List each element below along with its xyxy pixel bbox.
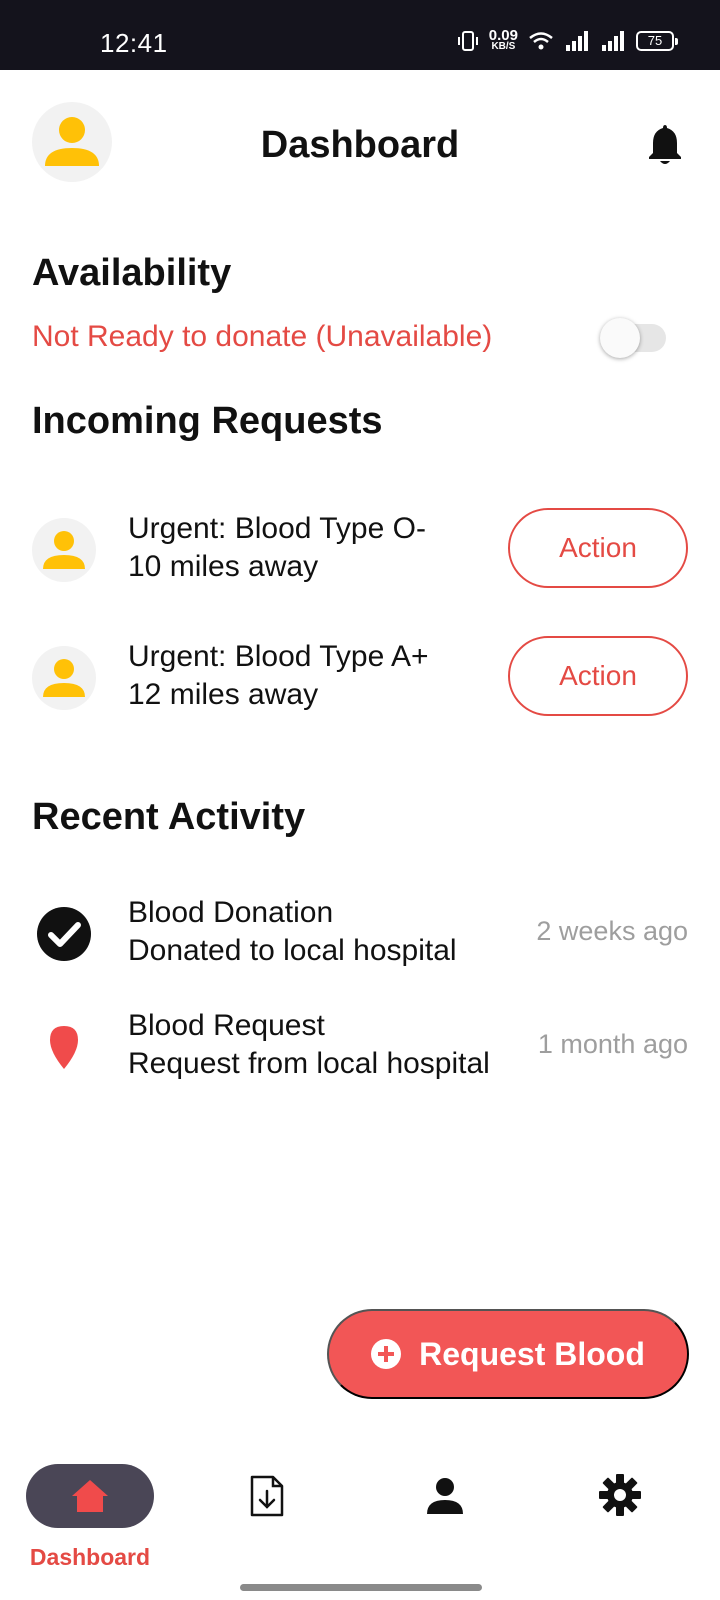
request-blood-button[interactable]: Request Blood: [327, 1309, 689, 1399]
availability-status: Not Ready to donate (Unavailable): [32, 320, 493, 353]
person-icon: [43, 531, 85, 569]
request-type: Urgent: Blood Type O-: [128, 512, 426, 545]
activity-item: Blood Request Request from local hospita…: [0, 1007, 720, 1097]
activity-details: Blood Request Request from local hospita…: [128, 1007, 490, 1083]
activity-details: Blood Donation Donated to local hospital: [128, 894, 457, 970]
signal-icon: [566, 31, 588, 51]
home-indicator[interactable]: [240, 1584, 482, 1591]
recent-activity-title: Recent Activity: [32, 796, 306, 838]
request-details: Urgent: Blood Type A+ 12 miles away: [128, 638, 428, 714]
status-time: 12:41: [100, 28, 168, 58]
nav-item-downloads[interactable]: [247, 1474, 291, 1518]
network-speed: 0.09 KB/S: [488, 27, 518, 52]
status-bar: 12:41 0.09 KB/S 75: [0, 0, 720, 70]
action-button[interactable]: Action: [508, 508, 688, 588]
availability-title: Availability: [32, 252, 232, 294]
activity-title: Blood Request: [128, 1009, 325, 1042]
gear-icon: [599, 1474, 641, 1516]
home-icon: [72, 1480, 108, 1512]
notification-button[interactable]: [646, 122, 684, 166]
nav-item-profile[interactable]: [423, 1474, 467, 1518]
plus-circle-icon: [371, 1339, 402, 1369]
wifi-icon: [529, 32, 553, 50]
bottom-nav: Dashboard: [0, 1450, 720, 1600]
nav-item-dashboard[interactable]: [26, 1464, 154, 1528]
person-icon: [427, 1478, 463, 1514]
activity-title: Blood Donation: [128, 896, 334, 929]
nav-label-dashboard: Dashboard: [29, 1544, 151, 1570]
signal-icon: [602, 31, 624, 51]
request-item: Urgent: Blood Type O- 10 miles away Acti…: [0, 508, 720, 598]
vibrate-icon: [457, 31, 478, 51]
nav-item-settings[interactable]: [597, 1472, 641, 1516]
battery-icon: 75: [636, 31, 678, 51]
request-details: Urgent: Blood Type O- 10 miles away: [128, 510, 426, 586]
location-pin-icon: [50, 1026, 78, 1069]
request-blood-label: Request Blood: [419, 1335, 645, 1372]
incoming-requests-title: Incoming Requests: [32, 400, 383, 442]
person-icon: [43, 659, 85, 697]
activity-item: Blood Donation Donated to local hospital…: [0, 894, 720, 984]
check-circle-icon: [37, 907, 91, 961]
action-button[interactable]: Action: [508, 636, 688, 716]
requester-avatar: [32, 646, 96, 710]
status-icons: 0.09 KB/S 75: [457, 27, 678, 52]
request-distance: 10 miles away: [128, 550, 319, 583]
activity-time: 1 month ago: [537, 1029, 688, 1059]
bell-icon: [649, 125, 681, 164]
requester-avatar: [32, 518, 96, 582]
request-type: Urgent: Blood Type A+: [128, 640, 429, 673]
activity-time: 2 weeks ago: [536, 916, 688, 946]
request-item: Urgent: Blood Type A+ 12 miles away Acti…: [0, 636, 720, 726]
request-distance: 12 miles away: [128, 678, 319, 711]
activity-subtitle: Request from local hospital: [128, 1047, 490, 1080]
download-document-icon: [250, 1475, 284, 1517]
availability-toggle[interactable]: [600, 318, 666, 358]
toggle-knob: [600, 318, 640, 358]
page-title: Dashboard: [260, 124, 460, 166]
activity-subtitle: Donated to local hospital: [128, 934, 457, 967]
